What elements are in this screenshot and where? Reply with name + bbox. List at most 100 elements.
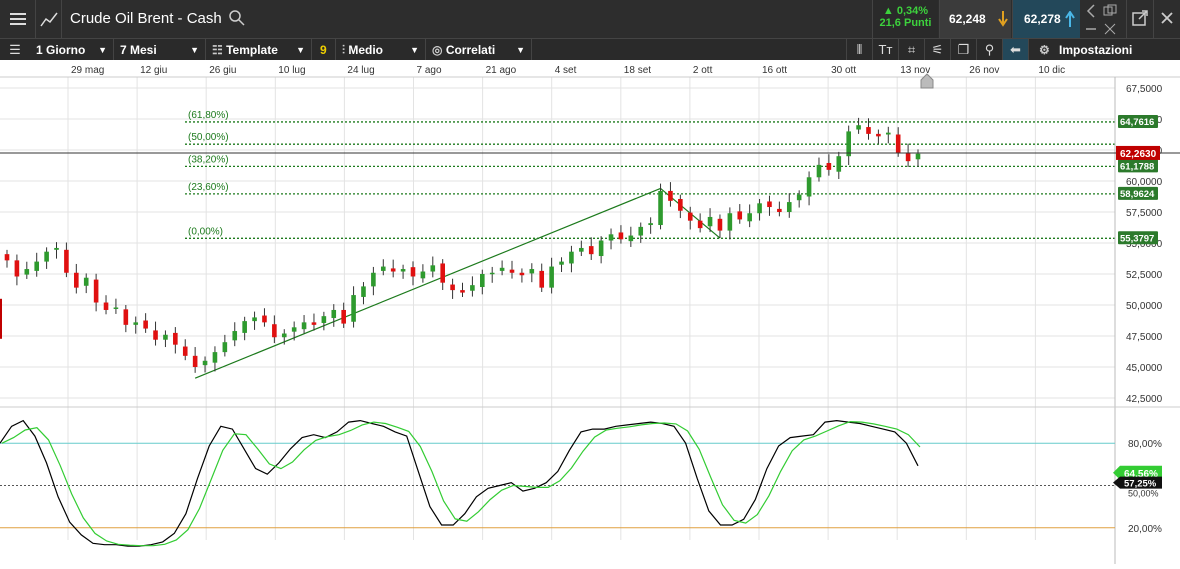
search-icon[interactable] bbox=[228, 9, 246, 27]
candle-up bbox=[658, 190, 663, 226]
bid-box[interactable]: 62,248 bbox=[939, 0, 1011, 38]
x-tick-label: 10 lug bbox=[278, 65, 305, 76]
chevron-left-icon[interactable] bbox=[1084, 4, 1098, 18]
instrument-title[interactable]: Crude Oil Brent - Cash bbox=[70, 10, 222, 27]
settings-button[interactable]: ⚙ Impostazioni bbox=[1028, 39, 1180, 61]
candle bbox=[588, 237, 594, 260]
y-tick-label: 52,5000 bbox=[1126, 270, 1163, 281]
candle bbox=[311, 313, 317, 331]
candle-up bbox=[757, 203, 762, 214]
candle bbox=[885, 126, 891, 144]
candle-down bbox=[618, 232, 624, 240]
top-bar: Crude Oil Brent - Cash ▲ 0,34% 21,6 Punt… bbox=[0, 0, 1180, 38]
candle-up bbox=[281, 333, 287, 338]
candle-down bbox=[737, 211, 743, 220]
fib-price-tag-label: 64,7616 bbox=[1120, 117, 1154, 128]
stoch-mid-label: 50,00% bbox=[1128, 489, 1159, 499]
chart-toolbar: ☰ 1 Giorno ▼ 7 Mesi ▼ ☷ Template ▼ 9 ⫶ M… bbox=[0, 38, 1180, 61]
resize-icon[interactable] bbox=[1103, 22, 1117, 36]
candle-up bbox=[371, 272, 376, 287]
price-chart[interactable]: 29 mag 12 giu 26 giu 10 lug 24 lug 7 ago 21 ag… bbox=[0, 60, 1180, 564]
change-percent: ▲ 0,34% bbox=[882, 5, 929, 17]
change-box: ▲ 0,34% 21,6 Punti bbox=[872, 0, 938, 38]
y-tick-label: 45,0000 bbox=[1126, 363, 1163, 374]
change-points: 21,6 Punti bbox=[879, 17, 932, 29]
candle-up bbox=[361, 286, 366, 297]
timeframe-select[interactable]: 1 Giorno ▼ bbox=[30, 39, 114, 61]
indicator-label: Medio bbox=[348, 43, 384, 57]
crosshair-icon[interactable]: ⌗ bbox=[898, 39, 924, 61]
y-tick-label: 60,0000 bbox=[1126, 177, 1163, 188]
candle-down bbox=[311, 322, 317, 325]
close-icon[interactable] bbox=[1153, 0, 1180, 38]
candle bbox=[470, 276, 475, 297]
candle-down bbox=[905, 152, 911, 162]
chevron-down-icon: ▼ bbox=[516, 45, 525, 55]
candle bbox=[301, 315, 307, 334]
candle bbox=[74, 263, 79, 294]
candle bbox=[173, 327, 178, 354]
candle-up bbox=[727, 213, 733, 231]
text-tool-icon[interactable]: Tт bbox=[872, 39, 898, 61]
indicator-tool-icon[interactable]: ⚟ bbox=[924, 39, 950, 61]
candle bbox=[321, 311, 327, 331]
indicator-menu[interactable]: ⫶ Medio ▼ bbox=[336, 39, 426, 61]
template-menu[interactable]: ☷ Template ▼ bbox=[206, 39, 312, 61]
related-icon: ◎ bbox=[432, 43, 446, 57]
candle bbox=[24, 261, 30, 279]
chart-area[interactable]: 29 mag 12 giu 26 giu 10 lug 24 lug 7 ago 21 ag… bbox=[0, 60, 1180, 564]
link-icon[interactable] bbox=[1103, 4, 1117, 18]
candle-down bbox=[678, 198, 683, 211]
candle-down bbox=[192, 355, 198, 367]
candle-up bbox=[747, 213, 752, 222]
candle-down bbox=[717, 218, 723, 231]
pointer-icon[interactable]: ⚲ bbox=[976, 39, 1002, 61]
related-menu[interactable]: ◎ Correlati ▼ bbox=[426, 39, 532, 61]
range-select[interactable]: 7 Mesi ▼ bbox=[114, 39, 206, 61]
x-tick-label: 16 ott bbox=[762, 65, 787, 76]
menu-icon[interactable] bbox=[0, 0, 36, 38]
candle-up bbox=[598, 240, 604, 257]
candle-up bbox=[806, 177, 812, 197]
list-icon[interactable]: ☰ bbox=[0, 39, 30, 61]
candle-up bbox=[351, 295, 356, 322]
candle bbox=[826, 154, 832, 176]
candle-up bbox=[499, 267, 505, 271]
ask-box[interactable]: 62,278 bbox=[1012, 0, 1080, 38]
minimize-icon[interactable] bbox=[1084, 22, 1098, 36]
candle bbox=[895, 127, 901, 157]
candle bbox=[371, 266, 376, 296]
fib-level-label: (38,20%) bbox=[188, 154, 229, 165]
candle-up bbox=[549, 266, 554, 288]
candle-down bbox=[450, 284, 455, 291]
tag-icon[interactable]: ⬅ bbox=[1002, 39, 1028, 61]
candle-down bbox=[588, 246, 594, 255]
chevron-down-icon: ▼ bbox=[410, 45, 419, 55]
candle bbox=[767, 195, 772, 216]
candle-down bbox=[4, 254, 10, 261]
x-tick-label: 10 dic bbox=[1038, 65, 1065, 76]
candle-up bbox=[915, 153, 921, 160]
candle bbox=[361, 282, 366, 305]
candle bbox=[44, 247, 49, 269]
y-tick-label: 47,5000 bbox=[1126, 332, 1163, 343]
candle bbox=[717, 214, 723, 238]
candle bbox=[242, 316, 247, 341]
down-arrow-icon bbox=[998, 11, 1008, 27]
candle-up bbox=[796, 194, 802, 201]
candle-up bbox=[470, 285, 475, 291]
candle-up bbox=[222, 342, 228, 353]
x-tick-label: 4 set bbox=[555, 65, 577, 76]
candle-down bbox=[93, 279, 99, 303]
chart-line-icon[interactable] bbox=[36, 0, 62, 38]
candle bbox=[14, 254, 20, 286]
x-tick-label: 26 nov bbox=[969, 65, 999, 76]
timeframe-label: 1 Giorno bbox=[36, 43, 86, 57]
candle bbox=[410, 261, 416, 286]
current-price-tag-label: 62,2630 bbox=[1120, 149, 1157, 160]
popout-icon[interactable] bbox=[1126, 0, 1152, 38]
layers-icon[interactable]: ❐ bbox=[950, 39, 976, 61]
ruler-icon[interactable]: ⫴ bbox=[846, 39, 872, 61]
x-tick-label: 26 giu bbox=[209, 65, 236, 76]
candle-down bbox=[410, 267, 416, 277]
